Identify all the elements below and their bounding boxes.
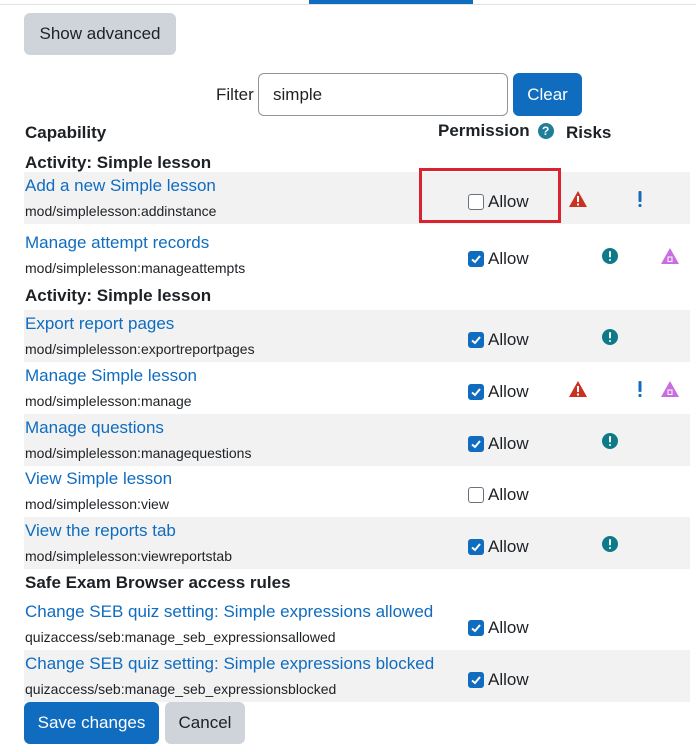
capability-id: mod/simplelesson:addinstance <box>25 203 217 219</box>
capability-id: quizaccess/seb:manage_seb_expressionsblo… <box>25 681 337 697</box>
capability-id: mod/simplelesson:viewreportstab <box>25 548 232 564</box>
exclamation-icon[interactable] <box>630 189 650 209</box>
column-header-capability: Capability <box>25 123 107 142</box>
permission-label: Allow <box>488 670 529 689</box>
permission-label: Allow <box>488 192 529 211</box>
permission-allow-checkbox[interactable]: Allow <box>468 330 529 350</box>
filter-input[interactable] <box>258 73 508 116</box>
capability-link[interactable]: Manage Simple lesson <box>25 366 197 386</box>
group-title: Activity: Simple lesson <box>25 286 212 305</box>
help-icon[interactable]: ? <box>537 123 554 139</box>
active-tab-indicator <box>309 0 473 4</box>
permission-allow-checkbox[interactable]: Allow <box>468 618 529 638</box>
permission-label: Allow <box>488 382 529 401</box>
capability-id: mod/simplelesson:manage <box>25 393 192 409</box>
checkbox-checked-icon[interactable] <box>468 384 484 400</box>
exclamation-circle-icon[interactable] <box>600 431 620 451</box>
capability-row: Manage attempt records mod/simplelesson:m… <box>24 229 690 281</box>
permission-allow-checkbox[interactable]: Allow <box>468 382 529 402</box>
checkbox-checked-icon[interactable] <box>468 436 484 452</box>
permission-label: Allow <box>488 618 529 637</box>
capability-link[interactable]: Manage attempt records <box>25 233 209 253</box>
permission-allow-checkbox[interactable]: Allow <box>468 249 529 269</box>
permission-allow-checkbox[interactable]: Allow <box>468 537 529 557</box>
trash-triangle-icon[interactable] <box>660 246 680 266</box>
tabs-divider <box>0 4 696 5</box>
capability-row: Change SEB quiz setting: Simple expressi… <box>24 650 690 702</box>
capability-link[interactable]: Manage questions <box>25 418 164 438</box>
permission-label: Allow <box>488 537 529 556</box>
capability-link[interactable]: View the reports tab <box>25 521 176 541</box>
permission-allow-checkbox[interactable]: Allow <box>468 485 529 505</box>
warning-triangle-icon[interactable] <box>568 379 588 399</box>
group-title: Safe Exam Browser access rules <box>25 573 291 592</box>
show-advanced-button[interactable]: Show advanced <box>24 13 176 55</box>
clear-filter-button[interactable]: Clear <box>513 73 582 116</box>
capability-row: Manage Simple lesson mod/simplelesson:man… <box>24 362 690 414</box>
capability-id: mod/simplelesson:view <box>25 496 169 512</box>
capability-link[interactable]: View Simple lesson <box>25 469 172 489</box>
capability-link[interactable]: Export report pages <box>25 314 174 334</box>
checkbox-checked-icon[interactable] <box>468 672 484 688</box>
trash-triangle-icon[interactable] <box>660 379 680 399</box>
capability-link[interactable]: Add a new Simple lesson <box>25 176 216 196</box>
checkbox-checked-icon[interactable] <box>468 332 484 348</box>
capability-link[interactable]: Change SEB quiz setting: Simple expressi… <box>25 654 434 674</box>
group-title: Activity: Simple lesson <box>25 153 212 172</box>
checkbox-checked-icon[interactable] <box>468 620 484 636</box>
exclamation-circle-icon[interactable] <box>600 534 620 554</box>
permission-allow-checkbox[interactable]: Allow <box>468 434 529 454</box>
capability-row: Add a new Simple lesson mod/simplelesson:… <box>24 172 690 224</box>
cancel-button[interactable]: Cancel <box>165 702 245 744</box>
capability-row: Export report pages mod/simplelesson:expo… <box>24 310 690 362</box>
checkbox-unchecked-icon[interactable] <box>468 194 484 210</box>
capability-row: Manage questions mod/simplelesson:manageq… <box>24 414 690 466</box>
filter-label: Filter <box>216 85 254 104</box>
checkbox-checked-icon[interactable] <box>468 251 484 267</box>
capability-row: View Simple lesson mod/simplelesson:view A… <box>24 465 690 517</box>
capability-id: mod/simplelesson:managequestions <box>25 445 252 461</box>
capability-id: mod/simplelesson:exportreportpages <box>25 341 255 357</box>
checkbox-checked-icon[interactable] <box>468 539 484 555</box>
permission-allow-checkbox[interactable]: Allow <box>468 670 529 690</box>
checkbox-unchecked-icon[interactable] <box>468 487 484 503</box>
save-changes-button[interactable]: Save changes <box>24 702 159 744</box>
warning-triangle-icon[interactable] <box>568 189 588 209</box>
capability-id: quizaccess/seb:manage_seb_expressionsall… <box>25 629 336 645</box>
permission-label: Allow <box>488 434 529 453</box>
capability-id: mod/simplelesson:manageattempts <box>25 260 246 276</box>
capability-link[interactable]: Change SEB quiz setting: Simple expressi… <box>25 602 433 622</box>
column-header-permission: Permission ? <box>438 121 554 141</box>
exclamation-icon[interactable] <box>630 379 650 399</box>
permission-label: Allow <box>488 485 529 504</box>
permission-allow-checkbox[interactable]: Allow <box>468 192 529 212</box>
exclamation-circle-icon[interactable] <box>600 246 620 266</box>
exclamation-circle-icon[interactable] <box>600 327 620 347</box>
permission-label: Allow <box>488 249 529 268</box>
capability-row: Change SEB quiz setting: Simple expressi… <box>24 598 690 650</box>
capability-row: View the reports tab mod/simplelesson:vie… <box>24 517 690 569</box>
column-header-risks: Risks <box>566 123 612 142</box>
permission-label: Allow <box>488 330 529 349</box>
column-header-permission-label: Permission <box>438 121 530 140</box>
